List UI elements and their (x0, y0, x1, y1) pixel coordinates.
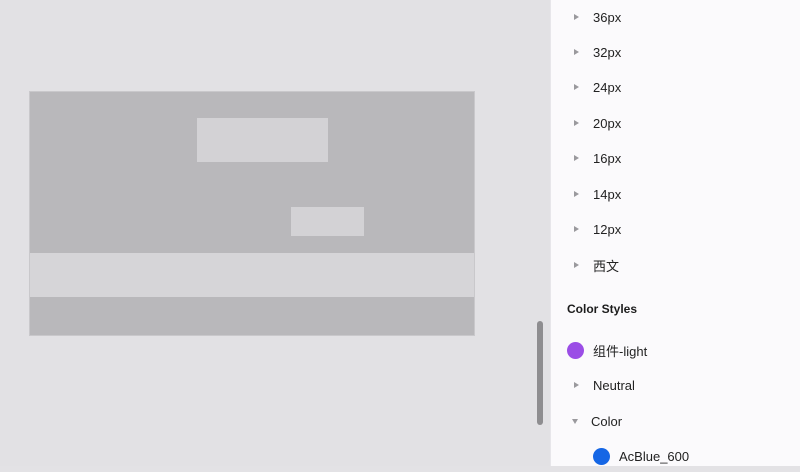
expand-caret-icon[interactable] (574, 382, 579, 388)
text-style-item[interactable]: 36px (551, 1, 800, 33)
color-style-item[interactable]: 组件-light (551, 334, 800, 366)
text-style-item[interactable]: 12px (551, 213, 800, 245)
text-style-item[interactable]: 24px (551, 71, 800, 103)
canvas-scrollbar-thumb[interactable] (537, 321, 543, 425)
color-swatch-icon (567, 341, 584, 359)
color-styles-heading: Color Styles (567, 302, 638, 316)
text-style-label: 36px (593, 9, 622, 25)
color-group-label: Neutral (593, 377, 635, 393)
styles-panel: 36px 32px 24px 20px 16px 14px 12px 西文 Co… (550, 0, 800, 466)
text-style-label: 西文 (593, 258, 620, 274)
color-group-neutral[interactable]: Neutral (551, 369, 800, 401)
text-style-item[interactable]: 西文 (551, 249, 800, 281)
text-style-label: 32px (593, 44, 622, 60)
collapse-caret-icon[interactable] (572, 418, 578, 424)
text-style-label: 14px (593, 186, 622, 202)
color-style-label: 组件-light (593, 343, 648, 359)
text-style-item[interactable]: 14px (551, 178, 800, 210)
color-swatch-icon (593, 447, 610, 465)
expand-caret-icon[interactable] (574, 84, 579, 90)
text-style-label: 20px (593, 115, 622, 131)
expand-caret-icon[interactable] (574, 262, 579, 268)
expand-caret-icon[interactable] (574, 191, 579, 197)
expand-caret-icon[interactable] (574, 155, 579, 161)
color-style-item[interactable]: AcBlue_600 (551, 440, 800, 472)
expand-caret-icon[interactable] (574, 120, 579, 126)
color-group-label: Color (591, 413, 623, 429)
text-style-item[interactable]: 20px (551, 107, 800, 139)
artboard-frame[interactable] (29, 91, 475, 336)
text-style-label: 16px (593, 150, 622, 166)
expand-caret-icon[interactable] (574, 226, 579, 232)
expand-caret-icon[interactable] (574, 14, 579, 20)
text-style-label: 12px (593, 221, 622, 237)
frame-band[interactable] (30, 253, 474, 297)
placeholder-block[interactable] (291, 207, 364, 236)
placeholder-block[interactable] (197, 118, 328, 162)
text-style-item[interactable]: 32px (551, 36, 800, 68)
expand-caret-icon[interactable] (574, 49, 579, 55)
text-style-item[interactable]: 16px (551, 142, 800, 174)
design-canvas[interactable] (0, 0, 550, 466)
color-style-label: AcBlue_600 (619, 448, 690, 464)
text-style-label: 24px (593, 79, 622, 95)
color-group-color[interactable]: Color (551, 405, 800, 437)
